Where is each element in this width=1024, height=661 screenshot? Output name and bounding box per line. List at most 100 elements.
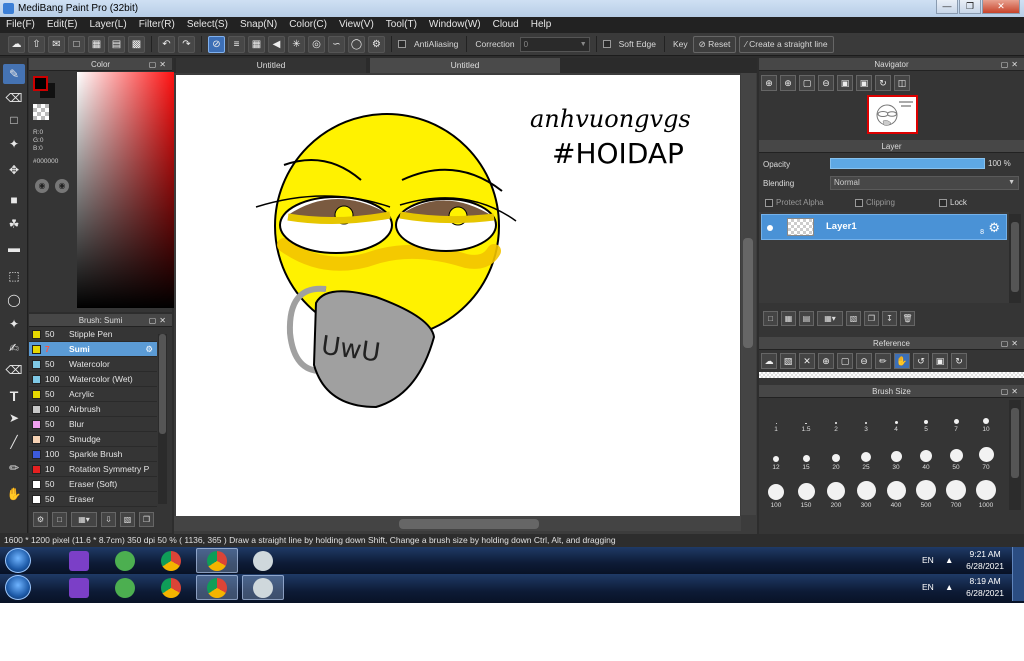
grid-snap-icon[interactable]: ▦ bbox=[248, 35, 265, 53]
taskbar-chrome-icon[interactable] bbox=[150, 548, 192, 573]
brush-size-option[interactable]: 15 bbox=[791, 436, 821, 472]
brush-size-option[interactable]: 7 bbox=[941, 398, 971, 434]
fill-rect-tool-icon[interactable]: ■ bbox=[3, 190, 25, 210]
visibility-icon[interactable] bbox=[767, 225, 773, 231]
ref-fullscreen-icon[interactable]: ▣ bbox=[932, 353, 948, 369]
brush-size-option[interactable]: 700 bbox=[941, 474, 971, 510]
brush-size-option[interactable]: 12 bbox=[761, 436, 791, 472]
menu-cloud[interactable]: Cloud bbox=[493, 17, 519, 33]
start-button[interactable] bbox=[5, 575, 31, 600]
menu-edit[interactable]: Edit(E) bbox=[47, 17, 78, 33]
brush-row[interactable]: 50 Eraser bbox=[29, 492, 157, 507]
language-indicator[interactable]: EN bbox=[922, 582, 934, 592]
brush-row[interactable]: 50 Watercolor bbox=[29, 357, 157, 372]
rotate-icon[interactable]: ↻ bbox=[875, 75, 891, 91]
drawing-canvas[interactable]: UwU anhvuongvgs #HOIDAP bbox=[176, 75, 740, 516]
move-tool-icon[interactable]: ✥ bbox=[3, 160, 25, 180]
text-tool-icon[interactable]: T bbox=[3, 386, 25, 406]
snap-off-icon[interactable]: ⊘ bbox=[208, 35, 225, 53]
panel-buttons[interactable]: ▢✕ bbox=[1001, 337, 1021, 350]
tab-untitled-1[interactable]: Untitled bbox=[176, 58, 366, 73]
divide-tool-icon[interactable]: ╱ bbox=[3, 432, 25, 452]
brush-size-option[interactable]: 30 bbox=[881, 436, 911, 472]
ref-zoom-in-icon[interactable]: ⊕ bbox=[818, 353, 834, 369]
ref-zoom-out-icon[interactable]: ⊖ bbox=[856, 353, 872, 369]
hand-tool-icon[interactable]: ✋ bbox=[3, 484, 25, 504]
vertical-scrollbar[interactable] bbox=[741, 73, 756, 515]
start-button[interactable] bbox=[5, 548, 31, 573]
brush-scrollbar[interactable] bbox=[158, 334, 167, 504]
operation-tool-icon[interactable]: ➤ bbox=[3, 408, 25, 428]
concentric-snap-icon[interactable]: ◎ bbox=[308, 35, 325, 53]
share-icon[interactable]: ⇧ bbox=[28, 35, 45, 53]
panel-buttons[interactable]: ▢✕ bbox=[1001, 385, 1021, 398]
layer-settings-icon[interactable]: ⚙ bbox=[988, 220, 1000, 236]
taskbar-app-icon[interactable] bbox=[104, 548, 146, 573]
saturation-value-picker[interactable] bbox=[77, 72, 181, 308]
panel-buttons[interactable]: ▢✕ bbox=[149, 58, 169, 71]
brush-size-option[interactable]: 10 bbox=[971, 398, 1001, 434]
menu-file[interactable]: File(F) bbox=[6, 17, 35, 33]
panel-buttons[interactable]: ▢✕ bbox=[149, 314, 169, 327]
brush-size-option[interactable]: 50 bbox=[941, 436, 971, 472]
select-tool-icon[interactable]: ⬚ bbox=[3, 266, 25, 286]
minimize-button[interactable]: — bbox=[936, 0, 958, 14]
brush-size-scrollbar[interactable] bbox=[1009, 400, 1021, 510]
material-icon[interactable]: ▤ bbox=[108, 35, 125, 53]
taskbar-chrome-icon[interactable] bbox=[150, 575, 192, 600]
menu-help[interactable]: Help bbox=[531, 17, 552, 33]
redo-icon[interactable]: ↷ bbox=[178, 35, 195, 53]
brush-row[interactable]: 50 Acrylic bbox=[29, 387, 157, 402]
snap-settings-icon[interactable]: ⚙ bbox=[368, 35, 385, 53]
eraser-tool-icon[interactable]: ⌫ bbox=[3, 88, 25, 108]
brush-size-option[interactable]: 5 bbox=[911, 398, 941, 434]
brush-size-option[interactable]: 100 bbox=[761, 474, 791, 510]
dot-tool-icon[interactable]: ✦ bbox=[3, 134, 25, 154]
cloud-icon[interactable]: ☁ bbox=[8, 35, 25, 53]
ref-rotate-left-icon[interactable]: ↺ bbox=[913, 353, 929, 369]
brush-size-option[interactable]: 40 bbox=[911, 436, 941, 472]
brush-settings-icon[interactable]: ⚙ bbox=[145, 344, 153, 355]
save-icon[interactable]: ▦ bbox=[88, 35, 105, 53]
close-reference-icon[interactable]: ✕ bbox=[799, 353, 815, 369]
foreground-color-swatch[interactable] bbox=[33, 76, 48, 91]
layer-scrollbar[interactable] bbox=[1009, 214, 1021, 303]
opacity-slider[interactable] bbox=[830, 158, 985, 169]
brush-size-option[interactable]: 1 bbox=[761, 398, 791, 434]
cloud-download-icon[interactable]: ☁ bbox=[761, 353, 777, 369]
duplicate-layer-icon[interactable]: ❐ bbox=[864, 310, 879, 326]
show-desktop-button[interactable] bbox=[1012, 574, 1024, 601]
brush-size-option[interactable]: 1.5 bbox=[791, 398, 821, 434]
lasso-tool-icon[interactable]: ◯ bbox=[3, 290, 25, 310]
brush-settings-icon[interactable]: ⚙ bbox=[33, 511, 48, 527]
tab-untitled-2[interactable]: Untitled bbox=[370, 58, 560, 73]
lock-toggle[interactable]: Lock bbox=[939, 198, 967, 207]
taskbar-chrome-2-icon[interactable] bbox=[196, 575, 238, 600]
clock[interactable]: 8:19 AM 6/28/2021 bbox=[966, 575, 1004, 599]
brush-row[interactable]: 70 Smudge bbox=[29, 432, 157, 447]
brush-row[interactable]: 100 Sparkle Brush bbox=[29, 447, 157, 462]
soft-edge-checkbox[interactable] bbox=[602, 40, 611, 48]
menu-snap[interactable]: Snap(N) bbox=[240, 17, 277, 33]
brush-download-icon[interactable]: ⇩ bbox=[101, 511, 116, 527]
taskbar-visualstudio-icon[interactable] bbox=[58, 548, 100, 573]
reset-button[interactable]: ⊘ Reset bbox=[692, 35, 737, 53]
brush-size-option[interactable]: 500 bbox=[911, 474, 941, 510]
brush-size-option[interactable]: 70 bbox=[971, 436, 1001, 472]
fullscreen-icon[interactable]: ▣ bbox=[856, 75, 872, 91]
undo-icon[interactable]: ↶ bbox=[158, 35, 175, 53]
taskbar-paint-icon[interactable] bbox=[242, 575, 284, 600]
ref-eyedropper-icon[interactable]: ✏ bbox=[875, 353, 891, 369]
new-halftone-layer-icon[interactable]: ▦ bbox=[781, 310, 796, 326]
curve-snap-icon[interactable]: ∽ bbox=[328, 35, 345, 53]
navigator-thumbnail[interactable] bbox=[867, 95, 918, 134]
tray-arrow-icon[interactable]: ▲ bbox=[945, 582, 953, 592]
transparent-color-swatch[interactable] bbox=[33, 104, 49, 120]
select-pen-tool-icon[interactable]: ✍ bbox=[3, 338, 25, 358]
brush-size-option[interactable]: 200 bbox=[821, 474, 851, 510]
brush-size-option[interactable]: 400 bbox=[881, 474, 911, 510]
brush-size-option[interactable]: 4 bbox=[881, 398, 911, 434]
ref-rotate-right-icon[interactable]: ↻ bbox=[951, 353, 967, 369]
show-desktop-button[interactable] bbox=[1012, 547, 1024, 574]
brush-size-option[interactable]: 2 bbox=[821, 398, 851, 434]
